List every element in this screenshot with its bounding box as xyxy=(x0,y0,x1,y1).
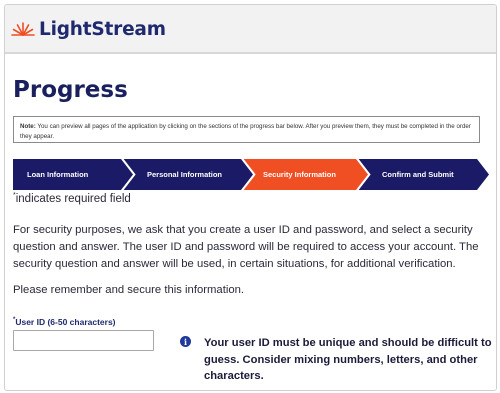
required-field-note: *indicates required field xyxy=(13,192,131,205)
note-label: Note: xyxy=(20,123,36,130)
site-header: LightStream xyxy=(5,5,496,54)
userid-label: *User ID (6-50 characters) xyxy=(13,317,116,327)
step-label: Loan Information xyxy=(27,170,89,179)
required-text: indicates required field xyxy=(15,192,131,205)
step-confirm-and-submit[interactable]: Confirm and Submit xyxy=(358,159,489,190)
info-icon: i xyxy=(180,336,191,347)
remember-note: Please remember and secure this informat… xyxy=(13,284,245,296)
userid-tip: Your user ID must be unique and should b… xyxy=(204,337,492,382)
userid-label-text: User ID (6-50 characters) xyxy=(15,317,116,327)
security-intro: For security purposes, we ask that you c… xyxy=(13,224,479,270)
step-label: Security Information xyxy=(263,170,336,179)
step-label: Confirm and Submit xyxy=(382,170,454,179)
note-box: Note: You can preview all pages of the a… xyxy=(13,116,480,143)
browser-frame: LightStream Progress Note: You can previ… xyxy=(4,4,497,391)
progress-bar: Loan Information Personal Information Se… xyxy=(13,159,489,190)
step-label: Personal Information xyxy=(147,170,223,179)
brand-name: LightStream xyxy=(39,18,166,40)
page-title: Progress xyxy=(13,77,128,103)
step-security-information[interactable]: Security Information xyxy=(243,159,368,190)
note-text: You can preview all pages of the applica… xyxy=(20,123,471,140)
brand-logo[interactable]: LightStream xyxy=(11,14,166,44)
step-loan-information[interactable]: Loan Information xyxy=(13,159,133,190)
sunburst-icon xyxy=(11,22,35,36)
step-personal-information[interactable]: Personal Information xyxy=(123,159,253,190)
userid-input[interactable] xyxy=(13,330,154,351)
